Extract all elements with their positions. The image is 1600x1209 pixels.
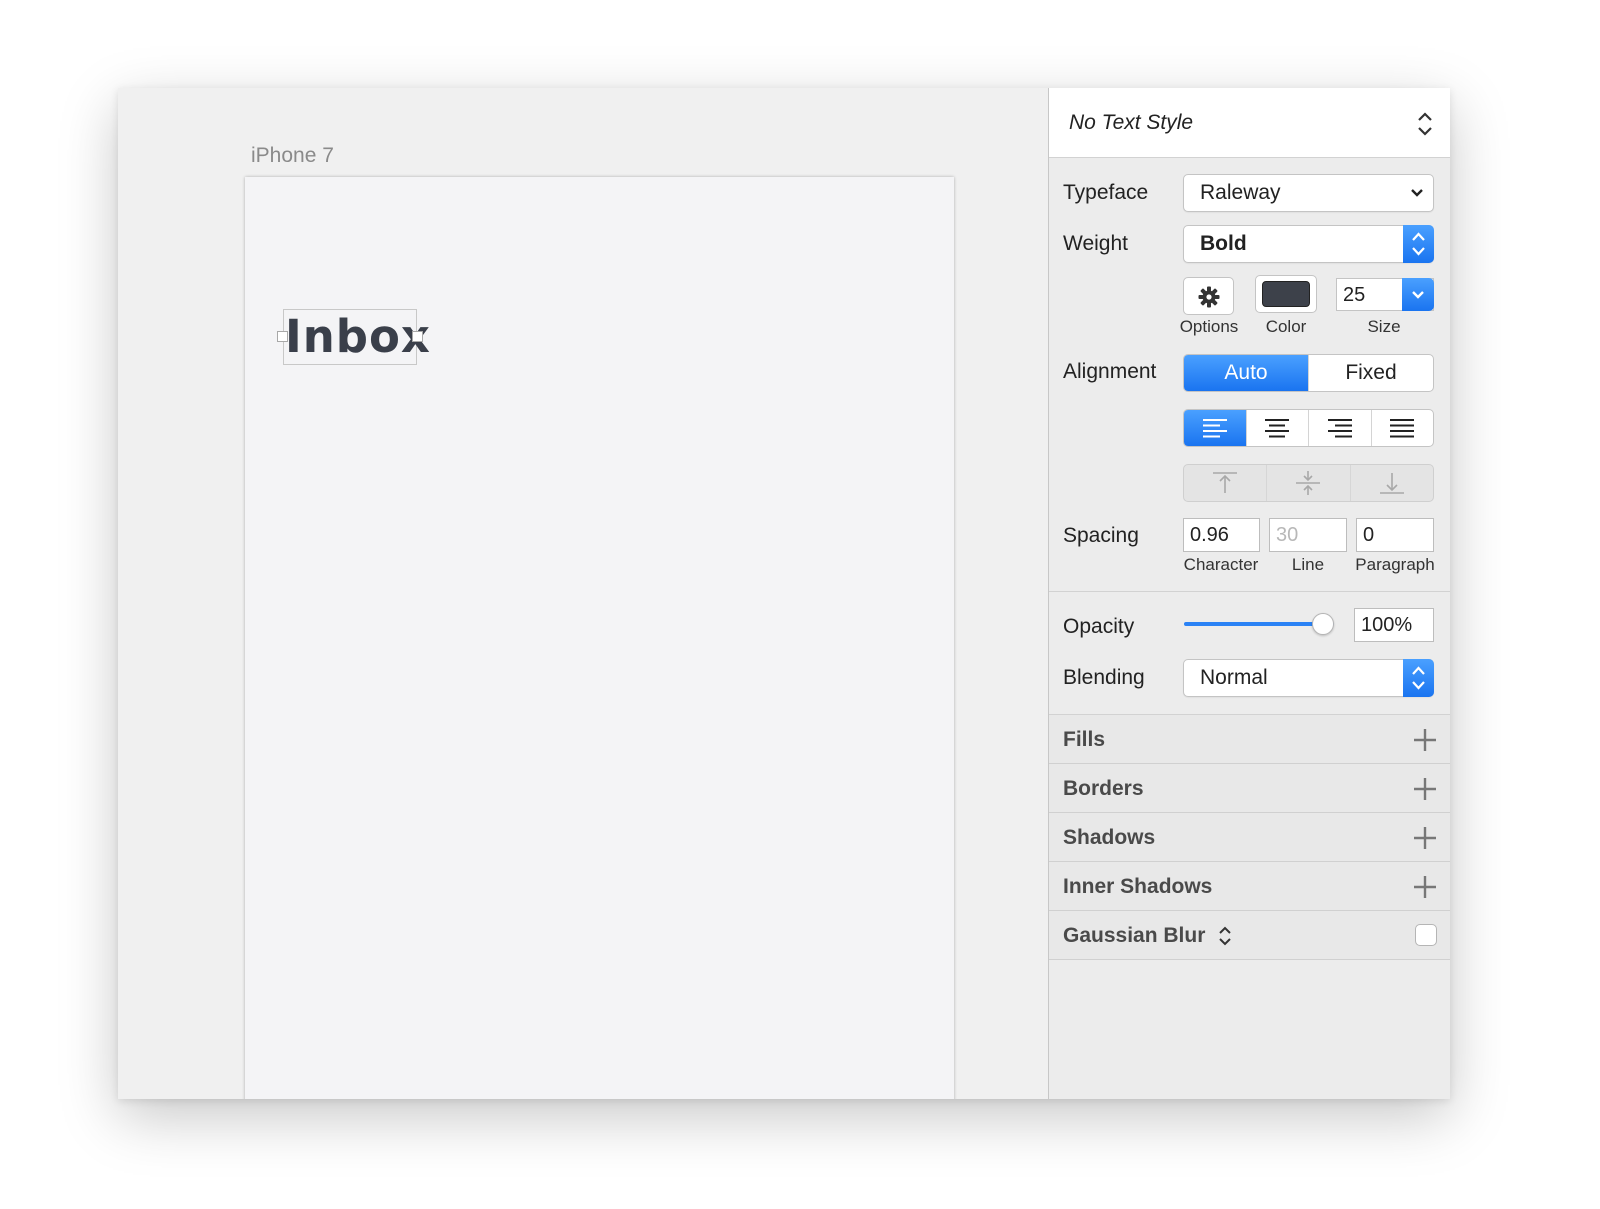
text-style-picker[interactable]: No Text Style	[1049, 88, 1450, 158]
add-fill-icon[interactable]	[1413, 728, 1437, 752]
weight-label: Weight	[1063, 232, 1128, 255]
align-top-icon	[1213, 472, 1238, 493]
blending-stepper[interactable]	[1403, 659, 1434, 697]
alignment-fixed-button[interactable]: Fixed	[1308, 355, 1433, 391]
selected-text-layer[interactable]: Inbox	[277, 309, 430, 365]
fills-section[interactable]: Fills	[1049, 715, 1450, 764]
borders-title: Borders	[1063, 777, 1144, 800]
paragraph-spacing-value: 0	[1363, 524, 1375, 546]
weight-dropdown[interactable]: Bold	[1183, 225, 1434, 263]
chevron-down-icon	[1411, 189, 1423, 197]
align-right-button[interactable]	[1308, 410, 1371, 446]
text-color-button[interactable]	[1255, 275, 1317, 313]
typeface-value: Raleway	[1200, 181, 1281, 204]
canvas[interactable]: iPhone 7 Inbox	[118, 88, 1048, 1099]
gear-icon	[1198, 286, 1220, 308]
gaussian-blur-title: Gaussian Blur	[1063, 924, 1206, 947]
blending-value: Normal	[1200, 666, 1268, 689]
inner-shadows-section[interactable]: Inner Shadows	[1049, 862, 1450, 911]
align-right-icon	[1327, 419, 1352, 438]
character-caption: Character	[1183, 555, 1259, 574]
opacity-field[interactable]: 100%	[1354, 608, 1434, 642]
up-down-chevron-icon	[1412, 666, 1425, 690]
chevron-down-icon	[1412, 291, 1424, 299]
options-caption: Options	[1179, 317, 1239, 336]
spacing-label: Spacing	[1063, 524, 1139, 547]
up-down-chevron-icon	[1418, 112, 1432, 136]
font-size-value: 25	[1343, 284, 1366, 306]
add-inner-shadow-icon[interactable]	[1413, 875, 1437, 899]
add-border-icon[interactable]	[1413, 777, 1437, 801]
typeface-label: Typeface	[1063, 181, 1149, 204]
align-justify-button[interactable]	[1370, 410, 1434, 446]
artboard[interactable]: Inbox	[245, 177, 954, 1099]
align-center-button[interactable]	[1245, 410, 1309, 446]
resize-handle-right[interactable]	[412, 331, 423, 342]
weight-stepper[interactable]	[1403, 225, 1434, 263]
line-caption: Line	[1291, 555, 1325, 574]
size-caption: Size	[1367, 317, 1401, 336]
blending-label: Blending	[1063, 666, 1145, 689]
artboard-label[interactable]: iPhone 7	[251, 144, 334, 168]
divider	[1049, 591, 1450, 592]
gaussian-blur-section[interactable]: Gaussian Blur	[1049, 911, 1450, 960]
align-center-icon	[1265, 419, 1290, 438]
fills-title: Fills	[1063, 728, 1106, 751]
align-left-button[interactable]	[1184, 410, 1246, 446]
up-down-chevron-icon[interactable]	[1218, 925, 1232, 947]
shadows-title: Shadows	[1063, 826, 1156, 849]
vertical-align-group	[1183, 464, 1434, 502]
typeface-dropdown[interactable]: Raleway	[1183, 174, 1434, 212]
add-shadow-icon[interactable]	[1413, 826, 1437, 850]
align-middle-button[interactable]	[1266, 465, 1349, 501]
sketch-window: iPhone 7 Inbox No Text Style Typeface Ra…	[118, 88, 1450, 1099]
align-bottom-button[interactable]	[1349, 465, 1433, 501]
text-options-button[interactable]	[1183, 277, 1234, 315]
borders-section[interactable]: Borders	[1049, 764, 1450, 813]
alignment-mode-toggle: Auto Fixed	[1183, 354, 1434, 392]
up-down-chevron-icon	[1412, 232, 1425, 256]
text-layer-content[interactable]: Inbox	[285, 312, 431, 362]
opacity-value: 100%	[1361, 614, 1413, 636]
paragraph-spacing-field[interactable]: 0	[1356, 518, 1434, 552]
color-caption: Color	[1265, 317, 1307, 336]
blending-dropdown[interactable]: Normal	[1183, 659, 1434, 697]
opacity-label: Opacity	[1063, 615, 1135, 638]
alignment-label: Alignment	[1063, 360, 1157, 383]
align-bottom-icon	[1379, 473, 1404, 494]
inspector-panel: No Text Style Typeface Raleway Weight Bo…	[1048, 88, 1450, 1099]
line-spacing-placeholder: 30	[1276, 524, 1299, 546]
text-align-group	[1183, 409, 1434, 447]
opacity-slider-knob[interactable]	[1312, 613, 1334, 635]
inner-shadows-title: Inner Shadows	[1063, 875, 1213, 898]
weight-value: Bold	[1200, 232, 1247, 255]
align-middle-icon	[1296, 471, 1321, 495]
gaussian-blur-checkbox[interactable]	[1415, 924, 1437, 946]
align-top-button[interactable]	[1184, 465, 1266, 501]
resize-handle-left[interactable]	[277, 331, 288, 342]
alignment-auto-button[interactable]: Auto	[1184, 355, 1308, 391]
color-swatch	[1262, 281, 1310, 307]
align-justify-icon	[1390, 419, 1415, 438]
align-left-icon	[1202, 419, 1227, 438]
line-spacing-field[interactable]: 30	[1269, 518, 1347, 552]
shadows-section[interactable]: Shadows	[1049, 813, 1450, 862]
character-spacing-field[interactable]: 0.96	[1183, 518, 1260, 552]
text-style-label: No Text Style	[1069, 111, 1194, 134]
character-spacing-value: 0.96	[1190, 524, 1229, 546]
paragraph-caption: Paragraph	[1355, 555, 1435, 574]
font-size-dropdown-button[interactable]	[1402, 278, 1434, 311]
